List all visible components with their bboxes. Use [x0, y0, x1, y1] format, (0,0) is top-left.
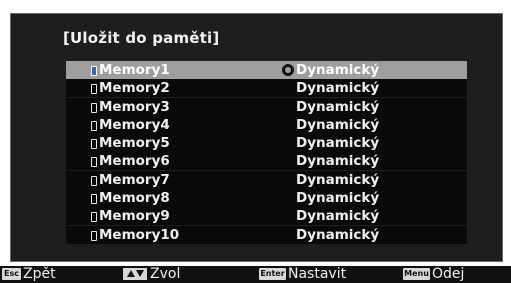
- memory-mode: Dynamický: [296, 190, 380, 207]
- memory-slot-icon: [91, 230, 97, 241]
- up-down-key-icon: [123, 268, 147, 280]
- set-label: Nastavit: [288, 266, 347, 282]
- memory-slot-icon: [91, 84, 97, 95]
- selected-mode-icon: [282, 64, 294, 76]
- esc-key-icon: Esc: [2, 268, 21, 280]
- memory-name: Memory6: [99, 153, 170, 170]
- back-label: Zpět: [23, 266, 56, 282]
- memory-row[interactable]: Memory7 Dynamický: [66, 170, 467, 189]
- memory-name: Memory7: [99, 171, 170, 188]
- menu-key-icon: Menu: [403, 268, 430, 280]
- memory-mode: Dynamický: [296, 226, 380, 243]
- memory-row[interactable]: Memory9 Dynamický: [66, 207, 467, 226]
- memory-mode: Dynamický: [296, 208, 380, 225]
- memory-name: Memory8: [99, 190, 170, 207]
- memory-row[interactable]: Memory3 Dynamický: [66, 97, 467, 116]
- key-guide-bar: Esc Zpět Zvol Enter Nastavit Menu Odej: [0, 266, 511, 283]
- memory-name: Memory10: [99, 226, 180, 243]
- memory-list: Memory1 Dynamický Memory2 Dynamický Memo…: [66, 61, 467, 244]
- memory-name: Memory4: [99, 116, 170, 133]
- memory-slot-icon: [91, 66, 97, 76]
- memory-slot-icon: [91, 212, 97, 223]
- memory-mode: Dynamický: [296, 98, 380, 115]
- memory-mode: Dynamický: [296, 135, 380, 152]
- memory-name: Memory5: [99, 135, 170, 152]
- memory-row[interactable]: Memory4 Dynamický: [66, 115, 467, 134]
- memory-row[interactable]: Memory10 Dynamický: [66, 225, 467, 244]
- memory-name: Memory9: [99, 208, 170, 225]
- memory-mode: Dynamický: [296, 80, 380, 97]
- memory-row[interactable]: Memory1 Dynamický: [66, 61, 467, 79]
- memory-mode: Dynamický: [296, 171, 380, 188]
- memory-name: Memory1: [99, 62, 170, 78]
- memory-row[interactable]: Memory6 Dynamický: [66, 152, 467, 171]
- memory-name: Memory3: [99, 98, 170, 115]
- select-label: Zvol: [150, 266, 181, 282]
- memory-slot-icon: [91, 120, 97, 131]
- enter-key-icon: Enter: [259, 268, 286, 280]
- memory-row[interactable]: Memory2 Dynamický: [66, 79, 467, 98]
- memory-slot-icon: [91, 139, 97, 150]
- memory-mode: Dynamický: [296, 153, 380, 170]
- memory-name: Memory2: [99, 80, 170, 97]
- memory-slot-icon: [91, 102, 97, 113]
- dialog-title: [Uložit do paměti]: [63, 29, 220, 47]
- memory-row[interactable]: Memory5 Dynamický: [66, 134, 467, 153]
- memory-slot-icon: [91, 157, 97, 168]
- memory-mode: Dynamický: [296, 116, 380, 133]
- memory-slot-icon: [91, 175, 97, 186]
- memory-row[interactable]: Memory8 Dynamický: [66, 189, 467, 208]
- exit-label: Odej: [432, 266, 465, 282]
- memory-slot-icon: [91, 194, 97, 205]
- memory-mode: Dynamický: [296, 62, 380, 78]
